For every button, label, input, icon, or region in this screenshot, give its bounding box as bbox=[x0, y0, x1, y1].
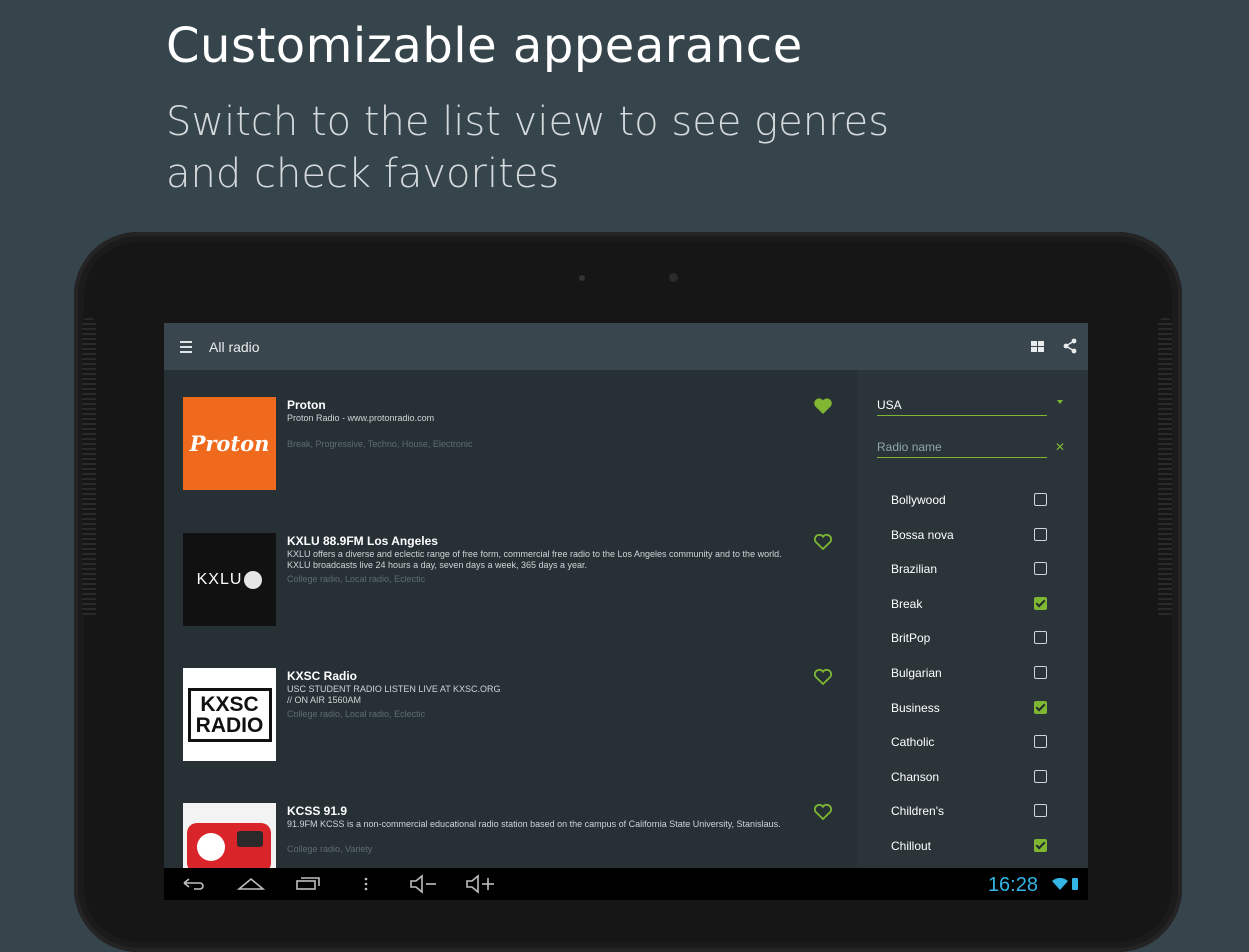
genre-row[interactable]: Business bbox=[891, 701, 1051, 735]
back-icon[interactable] bbox=[180, 874, 206, 894]
genre-label: Brazilian bbox=[891, 562, 938, 576]
logo-text: KXLU bbox=[196, 570, 243, 588]
front-camera bbox=[669, 273, 678, 282]
overflow-menu-icon[interactable] bbox=[362, 874, 370, 894]
action-bar-title: All radio bbox=[209, 338, 260, 355]
clear-icon[interactable]: ✕ bbox=[1055, 440, 1065, 454]
genre-row[interactable]: Chanson bbox=[891, 770, 1051, 804]
genre-row[interactable]: BritPop bbox=[891, 631, 1051, 665]
logo-mark bbox=[244, 570, 263, 589]
genre-label: Business bbox=[891, 701, 940, 715]
logo-text: KXSC RADIO bbox=[187, 687, 272, 742]
radio-graphic bbox=[187, 823, 271, 873]
genre-row[interactable]: Catholic bbox=[891, 735, 1051, 769]
genre-row[interactable]: Bulgarian bbox=[891, 666, 1051, 700]
station-genres: College radio, Local radio, Eclectic bbox=[287, 574, 426, 584]
battery-icon bbox=[1072, 878, 1078, 890]
volume-down-icon[interactable] bbox=[408, 874, 440, 894]
genre-checkbox[interactable] bbox=[1034, 770, 1047, 783]
genre-checkbox[interactable] bbox=[1034, 735, 1047, 748]
station-list: Proton Proton Proton Radio - www.protonr… bbox=[164, 370, 857, 896]
headline: Customizable appearance bbox=[166, 18, 803, 74]
genre-label: Bossa nova bbox=[891, 528, 954, 542]
station-logo: KXSC RADIO bbox=[183, 668, 276, 761]
heart-outline-icon[interactable] bbox=[813, 533, 833, 551]
genre-label: Chanson bbox=[891, 770, 940, 784]
menu-icon[interactable] bbox=[180, 340, 192, 353]
wifi-icon bbox=[1052, 878, 1068, 890]
station-name: Proton bbox=[287, 398, 326, 412]
station-genres: Break, Progressive, Techno, House, Elect… bbox=[287, 439, 473, 449]
home-icon[interactable] bbox=[236, 874, 266, 894]
genre-checkbox[interactable] bbox=[1034, 666, 1047, 679]
radio-name-field[interactable]: Radio name bbox=[877, 440, 1047, 458]
country-dropdown[interactable]: USA bbox=[877, 398, 1047, 416]
genre-row[interactable]: Children's bbox=[891, 804, 1051, 838]
heart-outline-icon[interactable] bbox=[813, 668, 833, 686]
genre-checkbox[interactable] bbox=[1034, 493, 1047, 506]
genre-checkbox-checked[interactable] bbox=[1034, 597, 1047, 610]
genre-label: Bulgarian bbox=[891, 666, 942, 680]
genre-checkbox[interactable] bbox=[1034, 562, 1047, 575]
list-item[interactable]: KXLU KXLU 88.9FM Los Angeles KXLU offers… bbox=[183, 533, 843, 627]
system-nav-bar: 16:28 bbox=[164, 868, 1088, 900]
genre-row[interactable]: Break bbox=[891, 597, 1051, 631]
subline: Switch to the list view to see genres an… bbox=[166, 99, 890, 197]
station-logo: Proton bbox=[183, 397, 276, 490]
station-description: KXLU offers a diverse and eclectic range… bbox=[287, 549, 782, 570]
station-description: 91.9FM KCSS is a non-commercial educatio… bbox=[287, 819, 781, 829]
list-item[interactable]: KXSC RADIO KXSC Radio USC STUDENT RADIO … bbox=[183, 668, 843, 762]
station-name: KCSS 91.9 bbox=[287, 804, 348, 818]
genre-label: Chillout bbox=[891, 839, 932, 853]
list-item[interactable]: Proton Proton Proton Radio - www.protonr… bbox=[183, 397, 843, 491]
station-description: USC STUDENT RADIO LISTEN LIVE AT KXSC.OR… bbox=[287, 684, 501, 705]
genre-checkbox[interactable] bbox=[1034, 528, 1047, 541]
dropdown-arrow-icon[interactable] bbox=[1057, 400, 1063, 404]
action-bar: All radio bbox=[164, 323, 1088, 370]
genre-row[interactable]: Bollywood bbox=[891, 493, 1051, 527]
genre-row[interactable]: Bossa nova bbox=[891, 528, 1051, 562]
genre-label: BritPop bbox=[891, 631, 931, 645]
station-logo: KXLU bbox=[183, 533, 276, 626]
recent-apps-icon[interactable] bbox=[294, 874, 324, 894]
genre-label: Children's bbox=[891, 804, 944, 818]
genre-label: Break bbox=[891, 597, 923, 611]
genre-label: Bollywood bbox=[891, 493, 946, 507]
genre-row[interactable]: Brazilian bbox=[891, 562, 1051, 596]
share-icon[interactable] bbox=[1062, 338, 1078, 354]
volume-up-icon[interactable] bbox=[464, 874, 498, 894]
sensor-dot bbox=[579, 275, 585, 281]
speaker-grille-left bbox=[82, 318, 96, 618]
station-name: KXLU 88.9FM Los Angeles bbox=[287, 534, 438, 548]
heart-outline-icon[interactable] bbox=[813, 803, 833, 821]
genre-checkbox[interactable] bbox=[1034, 631, 1047, 644]
grid-view-icon[interactable] bbox=[1031, 341, 1044, 352]
app-screen: All radio Proton Proton Proton Radio - w… bbox=[164, 323, 1088, 900]
station-genres: College radio, Variety bbox=[287, 844, 373, 854]
genre-checkbox[interactable] bbox=[1034, 804, 1047, 817]
station-description: Proton Radio - www.protonradio.com bbox=[287, 413, 435, 423]
status-clock: 16:28 bbox=[987, 874, 1038, 896]
logo-text: Proton bbox=[189, 431, 270, 456]
genre-label: Catholic bbox=[891, 735, 935, 749]
speaker-grille-right bbox=[1158, 318, 1172, 618]
station-genres: College radio, Local radio, Eclectic bbox=[287, 709, 426, 719]
heart-icon[interactable] bbox=[813, 397, 833, 415]
genre-checkbox-checked[interactable] bbox=[1034, 839, 1047, 852]
genre-checkbox-checked[interactable] bbox=[1034, 701, 1047, 714]
station-name: KXSC Radio bbox=[287, 669, 358, 683]
filter-panel: USA Radio name ✕ Bollywood Bossa nova Br… bbox=[857, 370, 1088, 868]
